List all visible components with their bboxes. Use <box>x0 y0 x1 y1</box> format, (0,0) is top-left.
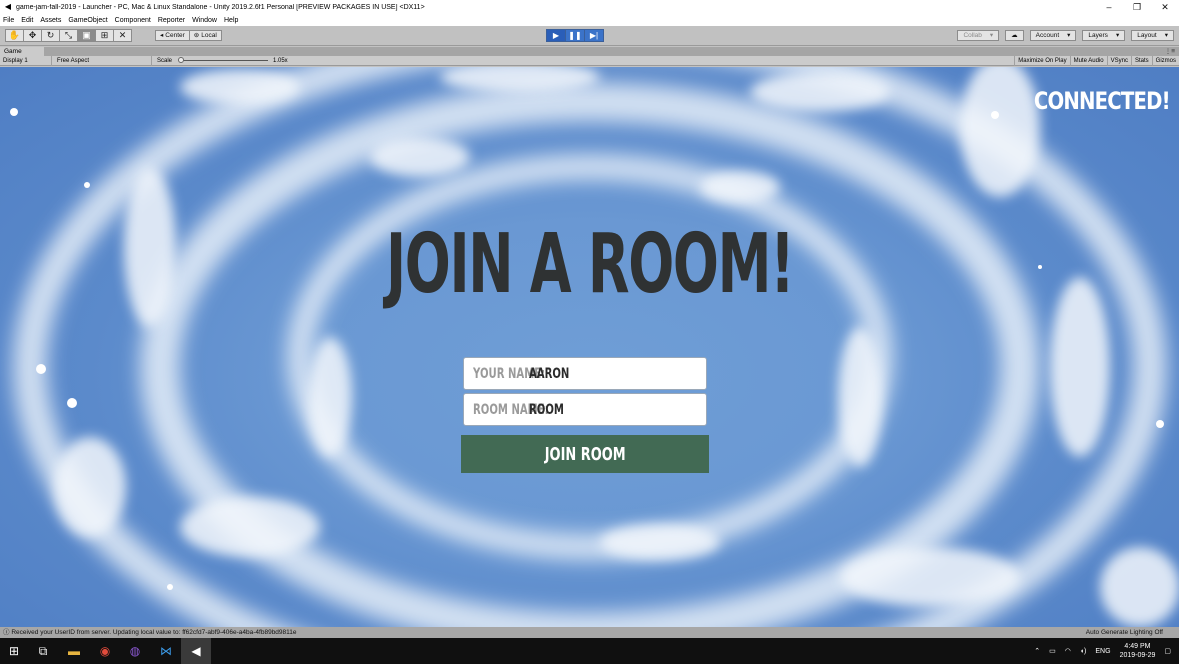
vsync-toggle[interactable]: VSync <box>1106 56 1131 66</box>
file-explorer-icon[interactable]: ▬ <box>65 642 83 660</box>
window-titlebar: ◀ game-jam-fall-2019 - Launcher - PC, Ma… <box>0 0 1179 14</box>
pause-button[interactable]: ❚❚ <box>565 29 585 42</box>
chevron-up-icon[interactable]: ⌃ <box>1034 647 1040 655</box>
menu-help[interactable]: Help <box>224 17 238 24</box>
menu-assets[interactable]: Assets <box>40 17 61 24</box>
chevron-down-icon: ▾ <box>1067 32 1071 39</box>
info-icon: ⓘ <box>3 629 10 636</box>
room-field[interactable]: ROOM NAME: ROOM <box>463 393 707 426</box>
cloud-button[interactable]: ☁ <box>1005 30 1024 41</box>
aspect-dropdown[interactable]: Free Aspect <box>54 56 152 66</box>
tab-menu-icon[interactable]: ⋮≡ <box>1165 47 1175 56</box>
console-message[interactable]: Received your UserID from server. Updati… <box>11 629 296 636</box>
scale-slider-handle[interactable] <box>178 57 184 63</box>
transform-tool-icon[interactable]: ⊞ <box>95 29 114 42</box>
hand-tool-icon[interactable]: ✋ <box>5 29 24 42</box>
step-button[interactable]: ▶| <box>584 29 604 42</box>
play-controls: ▶ ❚❚ ▶| <box>546 29 604 42</box>
layout-dropdown[interactable]: Layout ▾ <box>1131 30 1174 41</box>
maximize-on-play-toggle[interactable]: Maximize On Play <box>1014 56 1069 66</box>
game-view: CONNECTED! JOIN A ROOM! YOUR NAME: AARON… <box>0 67 1179 627</box>
windows-taskbar: ⊞ ⧉ ▬ ◉ ◍ ⋈ ◀ ⌃ ▭ ◠ ◖) ENG 4:49 PM 2019-… <box>0 638 1179 664</box>
cloud-icon: ☁ <box>1011 32 1018 39</box>
tab-bar: Game ⋮≡ <box>0 47 1179 56</box>
restore-button[interactable]: ❐ <box>1123 0 1151 14</box>
rect-tool-icon[interactable]: ▣ <box>77 29 96 42</box>
tab-game[interactable]: Game <box>0 47 44 56</box>
name-field-label: YOUR NAME: <box>473 365 546 382</box>
windows-start-icon[interactable]: ⊞ <box>5 642 23 660</box>
pivot-local-button[interactable]: ⊛ Local <box>188 30 222 41</box>
menu-window[interactable]: Window <box>192 17 217 24</box>
game-view-toolbar: Display 1 Free Aspect Scale 1.05x Maximi… <box>0 56 1179 66</box>
clock-date: 2019-09-29 <box>1119 652 1156 659</box>
account-dropdown[interactable]: Account ▾ <box>1029 30 1077 41</box>
play-button[interactable]: ▶ <box>546 29 566 42</box>
cloud-swirl-background <box>10 67 1179 627</box>
task-view-icon[interactable]: ⧉ <box>34 642 52 660</box>
layers-dropdown[interactable]: Layers ▾ <box>1082 30 1126 41</box>
status-bar: ⓘ Received your UserID from server. Upda… <box>0 627 1179 638</box>
battery-icon[interactable]: ▭ <box>1049 647 1056 655</box>
menu-bar: File Edit Assets GameObject Component Re… <box>0 14 1179 26</box>
unity-taskbar-icon[interactable]: ◀ <box>187 642 205 660</box>
menu-component[interactable]: Component <box>115 17 151 24</box>
menu-edit[interactable]: Edit <box>21 17 33 24</box>
menu-reporter[interactable]: Reporter <box>158 17 185 24</box>
rotate-tool-icon[interactable]: ↻ <box>41 29 60 42</box>
app-purple-icon[interactable]: ◍ <box>126 642 144 660</box>
minimize-button[interactable]: – <box>1095 0 1123 14</box>
join-room-heading: JOIN A ROOM! <box>385 217 795 312</box>
name-field-value: AARON <box>529 365 570 382</box>
room-field-value: ROOM <box>529 401 564 418</box>
stats-toggle[interactable]: Stats <box>1130 56 1152 66</box>
close-button[interactable]: ✕ <box>1151 0 1179 14</box>
scale-slider-track[interactable] <box>180 60 268 61</box>
chevron-down-icon: ▾ <box>1115 32 1120 39</box>
transform-tools: ✋ ✥ ↻ ⤡ ▣ ⊞ ✕ <box>5 29 132 42</box>
mute-audio-toggle[interactable]: Mute Audio <box>1069 56 1107 66</box>
globe-icon: ⊛ <box>193 32 200 39</box>
collab-button[interactable]: Collab ▾ <box>957 30 1000 41</box>
join-room-button[interactable]: JOIN ROOM <box>461 435 709 473</box>
join-room-button-label: JOIN ROOM <box>544 443 626 465</box>
pivot-center-button[interactable]: ◂ Center <box>155 30 190 41</box>
connection-status: CONNECTED! <box>1034 87 1171 115</box>
clock-time: 4:49 PM <box>1124 643 1151 650</box>
account-tools: Collab ▾ ☁ Account ▾ Layers ▾ Layout ▾ <box>957 30 1174 41</box>
unity-logo-icon: ◀ <box>4 2 12 11</box>
scale-label: Scale <box>157 58 173 64</box>
chevron-down-icon: ▾ <box>989 32 994 39</box>
display-dropdown[interactable]: Display 1 <box>0 56 52 66</box>
wifi-icon[interactable]: ◠ <box>1065 647 1071 655</box>
language-indicator[interactable]: ENG <box>1095 648 1110 655</box>
menu-file[interactable]: File <box>3 17 14 24</box>
chevron-down-icon: ▾ <box>1164 32 1168 39</box>
room-field-label: ROOM NAME: <box>473 401 549 418</box>
custom-tool-icon[interactable]: ✕ <box>113 29 132 42</box>
pivot-icon: ◂ <box>160 32 164 39</box>
main-toolbar: ✋ ✥ ↻ ⤡ ▣ ⊞ ✕ ◂ Center ⊛ Local ▶ ❚❚ ▶| Col… <box>0 26 1179 46</box>
game-tab-label: Game <box>4 48 22 55</box>
vscode-icon[interactable]: ⋈ <box>157 642 175 660</box>
chrome-icon[interactable]: ◉ <box>96 642 114 660</box>
pivot-controls: ◂ Center ⊛ Local <box>155 30 222 41</box>
menu-gameobject[interactable]: GameObject <box>68 17 107 24</box>
move-tool-icon[interactable]: ✥ <box>23 29 42 42</box>
window-title: game-jam-fall-2019 - Launcher - PC, Mac … <box>16 3 425 11</box>
clock[interactable]: 4:49 PM 2019-09-29 <box>1120 642 1156 660</box>
notification-icon[interactable]: ▢ <box>1164 647 1171 655</box>
lighting-status: Auto Generate Lighting Off <box>1085 629 1163 636</box>
scale-tool-icon[interactable]: ⤡ <box>59 29 78 42</box>
scale-value: 1.05x <box>273 58 288 64</box>
gizmos-dropdown[interactable]: Gizmos <box>1151 56 1179 66</box>
system-tray: ⌃ ▭ ◠ ◖) ENG 4:49 PM 2019-09-29 ▢ <box>1034 638 1171 664</box>
name-field[interactable]: YOUR NAME: AARON <box>463 357 707 390</box>
volume-icon[interactable]: ◖) <box>1080 648 1087 655</box>
